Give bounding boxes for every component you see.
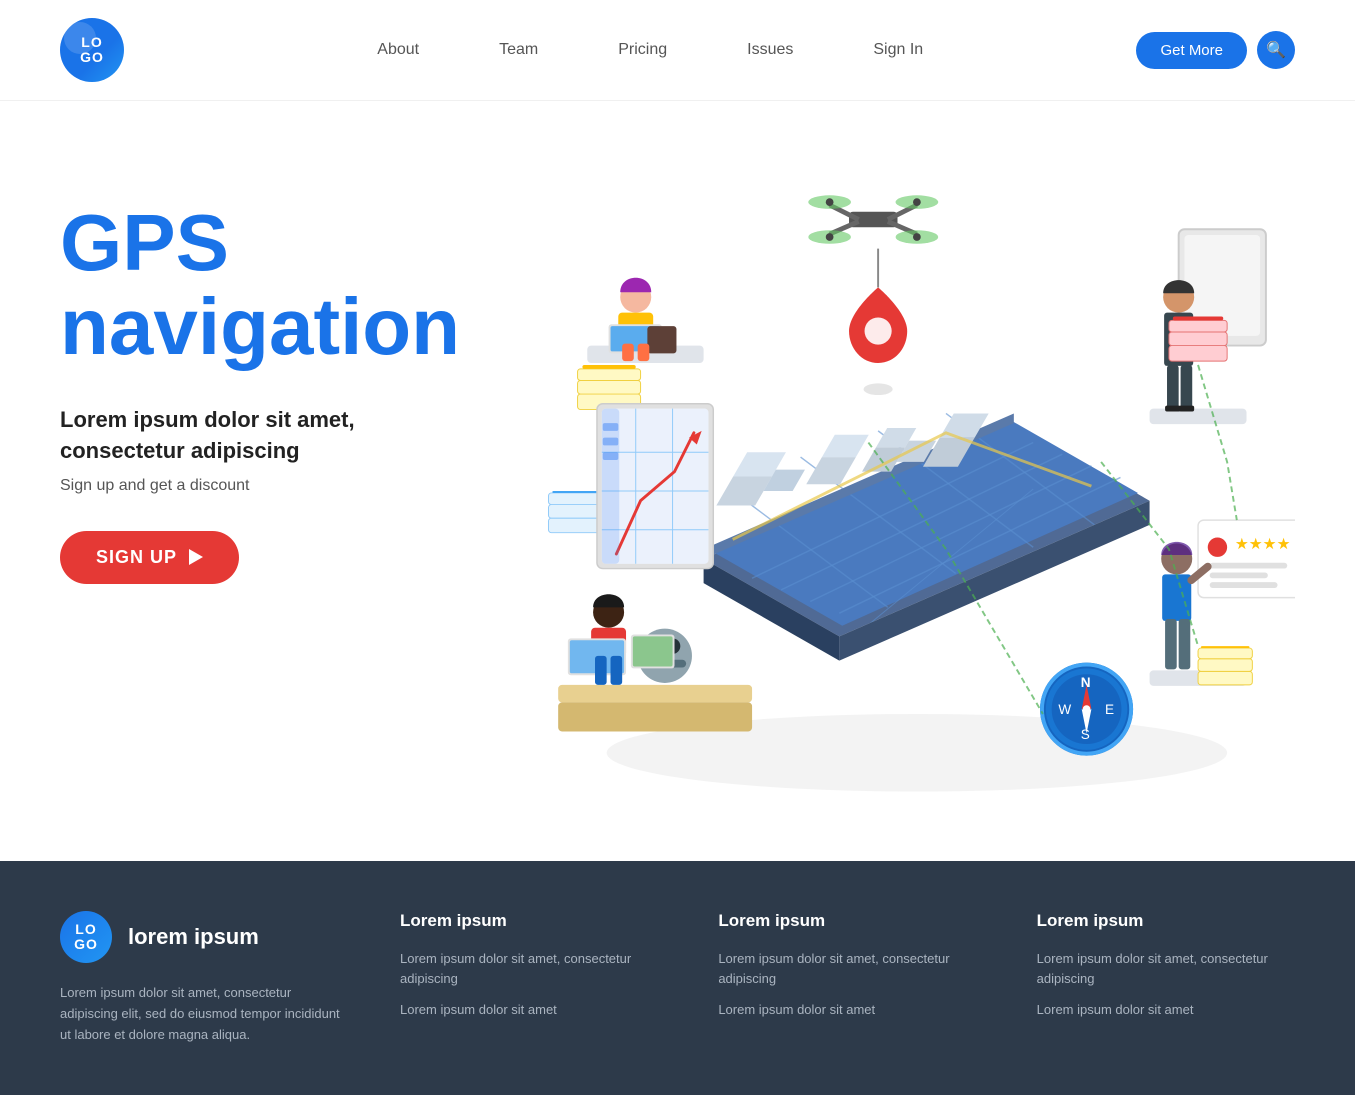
header-actions: Get More 🔍 xyxy=(1136,31,1295,69)
nav-about[interactable]: About xyxy=(337,33,459,67)
hero-subtitle: Lorem ipsum dolor sit amet,consectetur a… xyxy=(60,405,480,467)
svg-text:N: N xyxy=(1081,675,1091,690)
footer-logo-text: LOGO xyxy=(74,922,98,953)
footer-brand: LOGO lorem ipsum Lorem ipsum dolor sit a… xyxy=(60,911,340,1045)
footer-col-2-item-1: Lorem ipsum dolor sit amet, consectetur … xyxy=(718,949,976,988)
stack-boxes-right xyxy=(1198,646,1252,685)
footer-col-3-title: Lorem ipsum xyxy=(1037,911,1295,931)
footer-col-2-item-2: Lorem ipsum dolor sit amet xyxy=(718,1000,976,1020)
hero-section: GPSnavigation Lorem ipsum dolor sit amet… xyxy=(0,101,1355,861)
get-more-button[interactable]: Get More xyxy=(1136,32,1247,69)
compass: N S W E xyxy=(1040,663,1133,756)
hero-illustration: ★★★★ xyxy=(500,161,1295,821)
logo[interactable]: LOGO xyxy=(60,18,124,82)
footer: LOGO lorem ipsum Lorem ipsum dolor sit a… xyxy=(0,861,1355,1095)
drone xyxy=(808,195,938,243)
nav-pricing[interactable]: Pricing xyxy=(578,33,707,67)
footer-logo: LOGO lorem ipsum xyxy=(60,911,340,963)
svg-text:W: W xyxy=(1058,702,1071,717)
footer-col-1-title: Lorem ipsum xyxy=(400,911,658,931)
svg-text:★★★★: ★★★★ xyxy=(1235,536,1291,553)
hero-left: GPSnavigation Lorem ipsum dolor sit amet… xyxy=(60,161,480,584)
arrow-icon xyxy=(189,549,203,565)
signup-button[interactable]: SIGN UP xyxy=(60,531,239,584)
footer-brand-desc: Lorem ipsum dolor sit amet, consectetur … xyxy=(60,983,340,1045)
footer-logo-mark: LOGO xyxy=(60,911,112,963)
nav-issues[interactable]: Issues xyxy=(707,33,833,67)
nav-signin[interactable]: Sign In xyxy=(833,33,963,67)
footer-col-1-item-2: Lorem ipsum dolor sit amet xyxy=(400,1000,658,1020)
footer-col-1: Lorem ipsum Lorem ipsum dolor sit amet, … xyxy=(400,911,658,1032)
footer-col-3-item-2: Lorem ipsum dolor sit amet xyxy=(1037,1000,1295,1020)
location-pin xyxy=(849,249,907,395)
nav: About Team Pricing Issues Sign In xyxy=(164,33,1136,67)
stack-boxes-red xyxy=(1169,316,1227,361)
footer-brand-name: lorem ipsum xyxy=(128,924,259,950)
person-1 xyxy=(587,278,703,363)
footer-col-2: Lorem ipsum Lorem ipsum dolor sit amet, … xyxy=(718,911,976,1032)
footer-col-3: Lorem ipsum Lorem ipsum dolor sit amet, … xyxy=(1037,911,1295,1032)
illustration-svg: ★★★★ xyxy=(500,161,1295,821)
footer-col-3-item-1: Lorem ipsum dolor sit amet, consectetur … xyxy=(1037,949,1295,988)
logo-text: LOGO xyxy=(80,35,104,66)
signup-label: SIGN UP xyxy=(96,547,177,568)
nav-team[interactable]: Team xyxy=(459,33,578,67)
svg-text:S: S xyxy=(1081,727,1090,742)
stack-boxes-left xyxy=(578,365,641,410)
footer-col-2-title: Lorem ipsum xyxy=(718,911,976,931)
header: LOGO About Team Pricing Issues Sign In G… xyxy=(0,0,1355,101)
hero-desc: Sign up and get a discount xyxy=(60,477,480,495)
search-icon: 🔍 xyxy=(1266,40,1286,60)
svg-text:E: E xyxy=(1105,702,1114,717)
search-button[interactable]: 🔍 xyxy=(1257,31,1295,69)
hero-title: GPSnavigation xyxy=(60,201,480,369)
footer-col-1-item-1: Lorem ipsum dolor sit amet, consectetur … xyxy=(400,949,658,988)
person-3 xyxy=(558,594,752,731)
screen-left xyxy=(597,404,713,569)
